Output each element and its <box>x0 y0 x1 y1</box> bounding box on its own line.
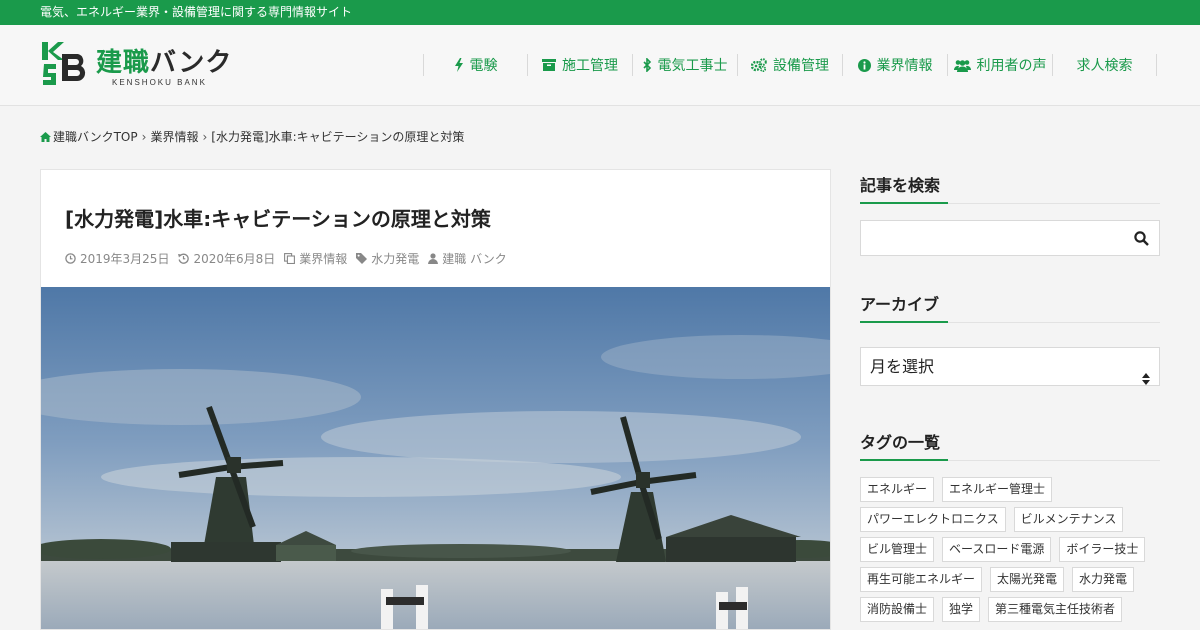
tag-icon <box>356 253 368 264</box>
gears-icon <box>751 58 767 72</box>
search-heading: 記事を検索 <box>860 176 941 195</box>
category-link[interactable]: 業界情報 <box>284 250 347 267</box>
top-tagline-bar: 電気、エネルギー業界・設備管理に関する専門情報サイト <box>0 0 1200 25</box>
tag-link[interactable]: 第三種電気主任技術者 <box>988 597 1123 622</box>
tag-link[interactable]: エネルギー管理士 <box>942 477 1053 502</box>
copy-icon <box>284 253 296 264</box>
archive-icon <box>542 59 556 71</box>
nav-item-label: 設備管理 <box>773 58 829 74</box>
archive-select-value: 月を選択 <box>870 357 935 376</box>
tag-link[interactable]: ビル管理士 <box>860 537 935 562</box>
logo-brand-kana: バンク <box>150 48 233 78</box>
tag-link[interactable]: エネルギー <box>860 477 935 502</box>
breadcrumb-separator-icon: › <box>141 129 147 144</box>
nav-item-denken[interactable]: 電験 <box>423 54 527 76</box>
info-circle-icon <box>857 58 871 72</box>
tag-link[interactable]: パワーエレクトロニクス <box>860 507 1006 532</box>
nav-item-facility[interactable]: 設備管理 <box>737 54 842 76</box>
nav-item-label: 電気工事士 <box>657 58 728 74</box>
nav-item-label: 利用者の声 <box>976 58 1047 74</box>
article-card: [水力発電]水車:キャビテーションの原理と対策 2019年3月25日 2020年… <box>40 169 831 630</box>
search-icon[interactable] <box>1134 231 1149 250</box>
nav-item-label: 施工管理 <box>562 58 618 74</box>
archive-month-select[interactable]: 月を選択 <box>860 347 1160 386</box>
breadcrumb-category-link[interactable]: 業界情報 <box>150 128 198 145</box>
logo-mark-icon <box>42 42 86 85</box>
site-header: 建職バンク KENSHOKU BANK 電験 施工管理 電気工事士 設備管理 業… <box>0 25 1200 106</box>
nav-item-label: 求人検索 <box>1076 58 1133 74</box>
sort-arrows-icon <box>1142 361 1150 398</box>
breadcrumb-current: [水力発電]水車:キャビテーションの原理と対策 <box>211 130 465 144</box>
nav-item-electrician[interactable]: 電気工事士 <box>632 54 737 76</box>
site-tagline: 電気、エネルギー業界・設備管理に関する専門情報サイト <box>40 5 353 19</box>
tag-cloud: エネルギー エネルギー管理士 パワーエレクトロニクス ビルメンテナンス ビル管理… <box>860 477 1160 627</box>
user-icon <box>428 253 439 264</box>
nav-item-voices[interactable]: 利用者の声 <box>947 54 1052 76</box>
article-meta: 2019年3月25日 2020年6月8日 業界情報 水力発電 建職 バンク <box>65 250 516 267</box>
history-icon <box>178 253 190 264</box>
clock-icon <box>65 253 76 264</box>
bluetooth-icon <box>642 58 652 72</box>
search-input[interactable] <box>860 220 1160 256</box>
tags-heading: タグの一覧 <box>860 433 941 452</box>
tag-link[interactable]: 独学 <box>942 597 981 622</box>
breadcrumb: 建職バンクTOP › 業界情報 › [水力発電]水車:キャビテーションの原理と対… <box>40 128 464 145</box>
tag-link[interactable]: 水力発電 <box>1072 567 1135 592</box>
tag-link[interactable]: ボイラー技士 <box>1059 537 1146 562</box>
nav-item-label: 電験 <box>469 58 498 74</box>
logo-wordmark: 建職バンク <box>96 42 232 79</box>
updated-date: 2020年6月8日 <box>178 250 275 267</box>
heading-underline <box>860 459 1160 461</box>
breadcrumb-separator-icon: › <box>202 129 208 144</box>
tag-link[interactable]: 水力発電 <box>356 250 419 267</box>
heading-underline <box>860 202 1160 204</box>
breadcrumb-home-link[interactable]: 建職バンクTOP <box>53 128 138 145</box>
logo-brand-main: 建職 <box>96 48 151 78</box>
tag-link[interactable]: 太陽光発電 <box>990 567 1065 592</box>
bolt-icon <box>454 58 464 72</box>
tag-link[interactable]: 消防設備士 <box>860 597 935 622</box>
heading-underline <box>860 321 1160 323</box>
logo-subtitle: KENSHOKU BANK <box>112 78 207 87</box>
site-logo[interactable]: 建職バンク KENSHOKU BANK <box>40 40 250 92</box>
article-hero-image <box>41 287 830 629</box>
tag-link[interactable]: ビルメンテナンス <box>1013 507 1124 532</box>
nav-item-job-search[interactable]: 求人検索 <box>1052 54 1157 76</box>
users-icon <box>953 59 971 72</box>
published-date: 2019年3月25日 <box>65 250 169 267</box>
home-icon <box>40 131 51 142</box>
nav-item-label: 業界情報 <box>876 58 933 74</box>
tag-link[interactable]: 再生可能エネルギー <box>860 567 983 592</box>
nav-item-industry[interactable]: 業界情報 <box>842 54 947 76</box>
tag-link[interactable]: ベースロード電源 <box>942 537 1052 562</box>
author-link[interactable]: 建職 バンク <box>428 250 507 267</box>
archive-heading: アーカイブ <box>860 295 940 314</box>
article-title: [水力発電]水車:キャビテーションの原理と対策 <box>65 207 491 231</box>
main-nav: 電験 施工管理 電気工事士 設備管理 業界情報 利用者の声 求人検索 <box>423 54 1157 76</box>
nav-item-construction[interactable]: 施工管理 <box>527 54 632 76</box>
